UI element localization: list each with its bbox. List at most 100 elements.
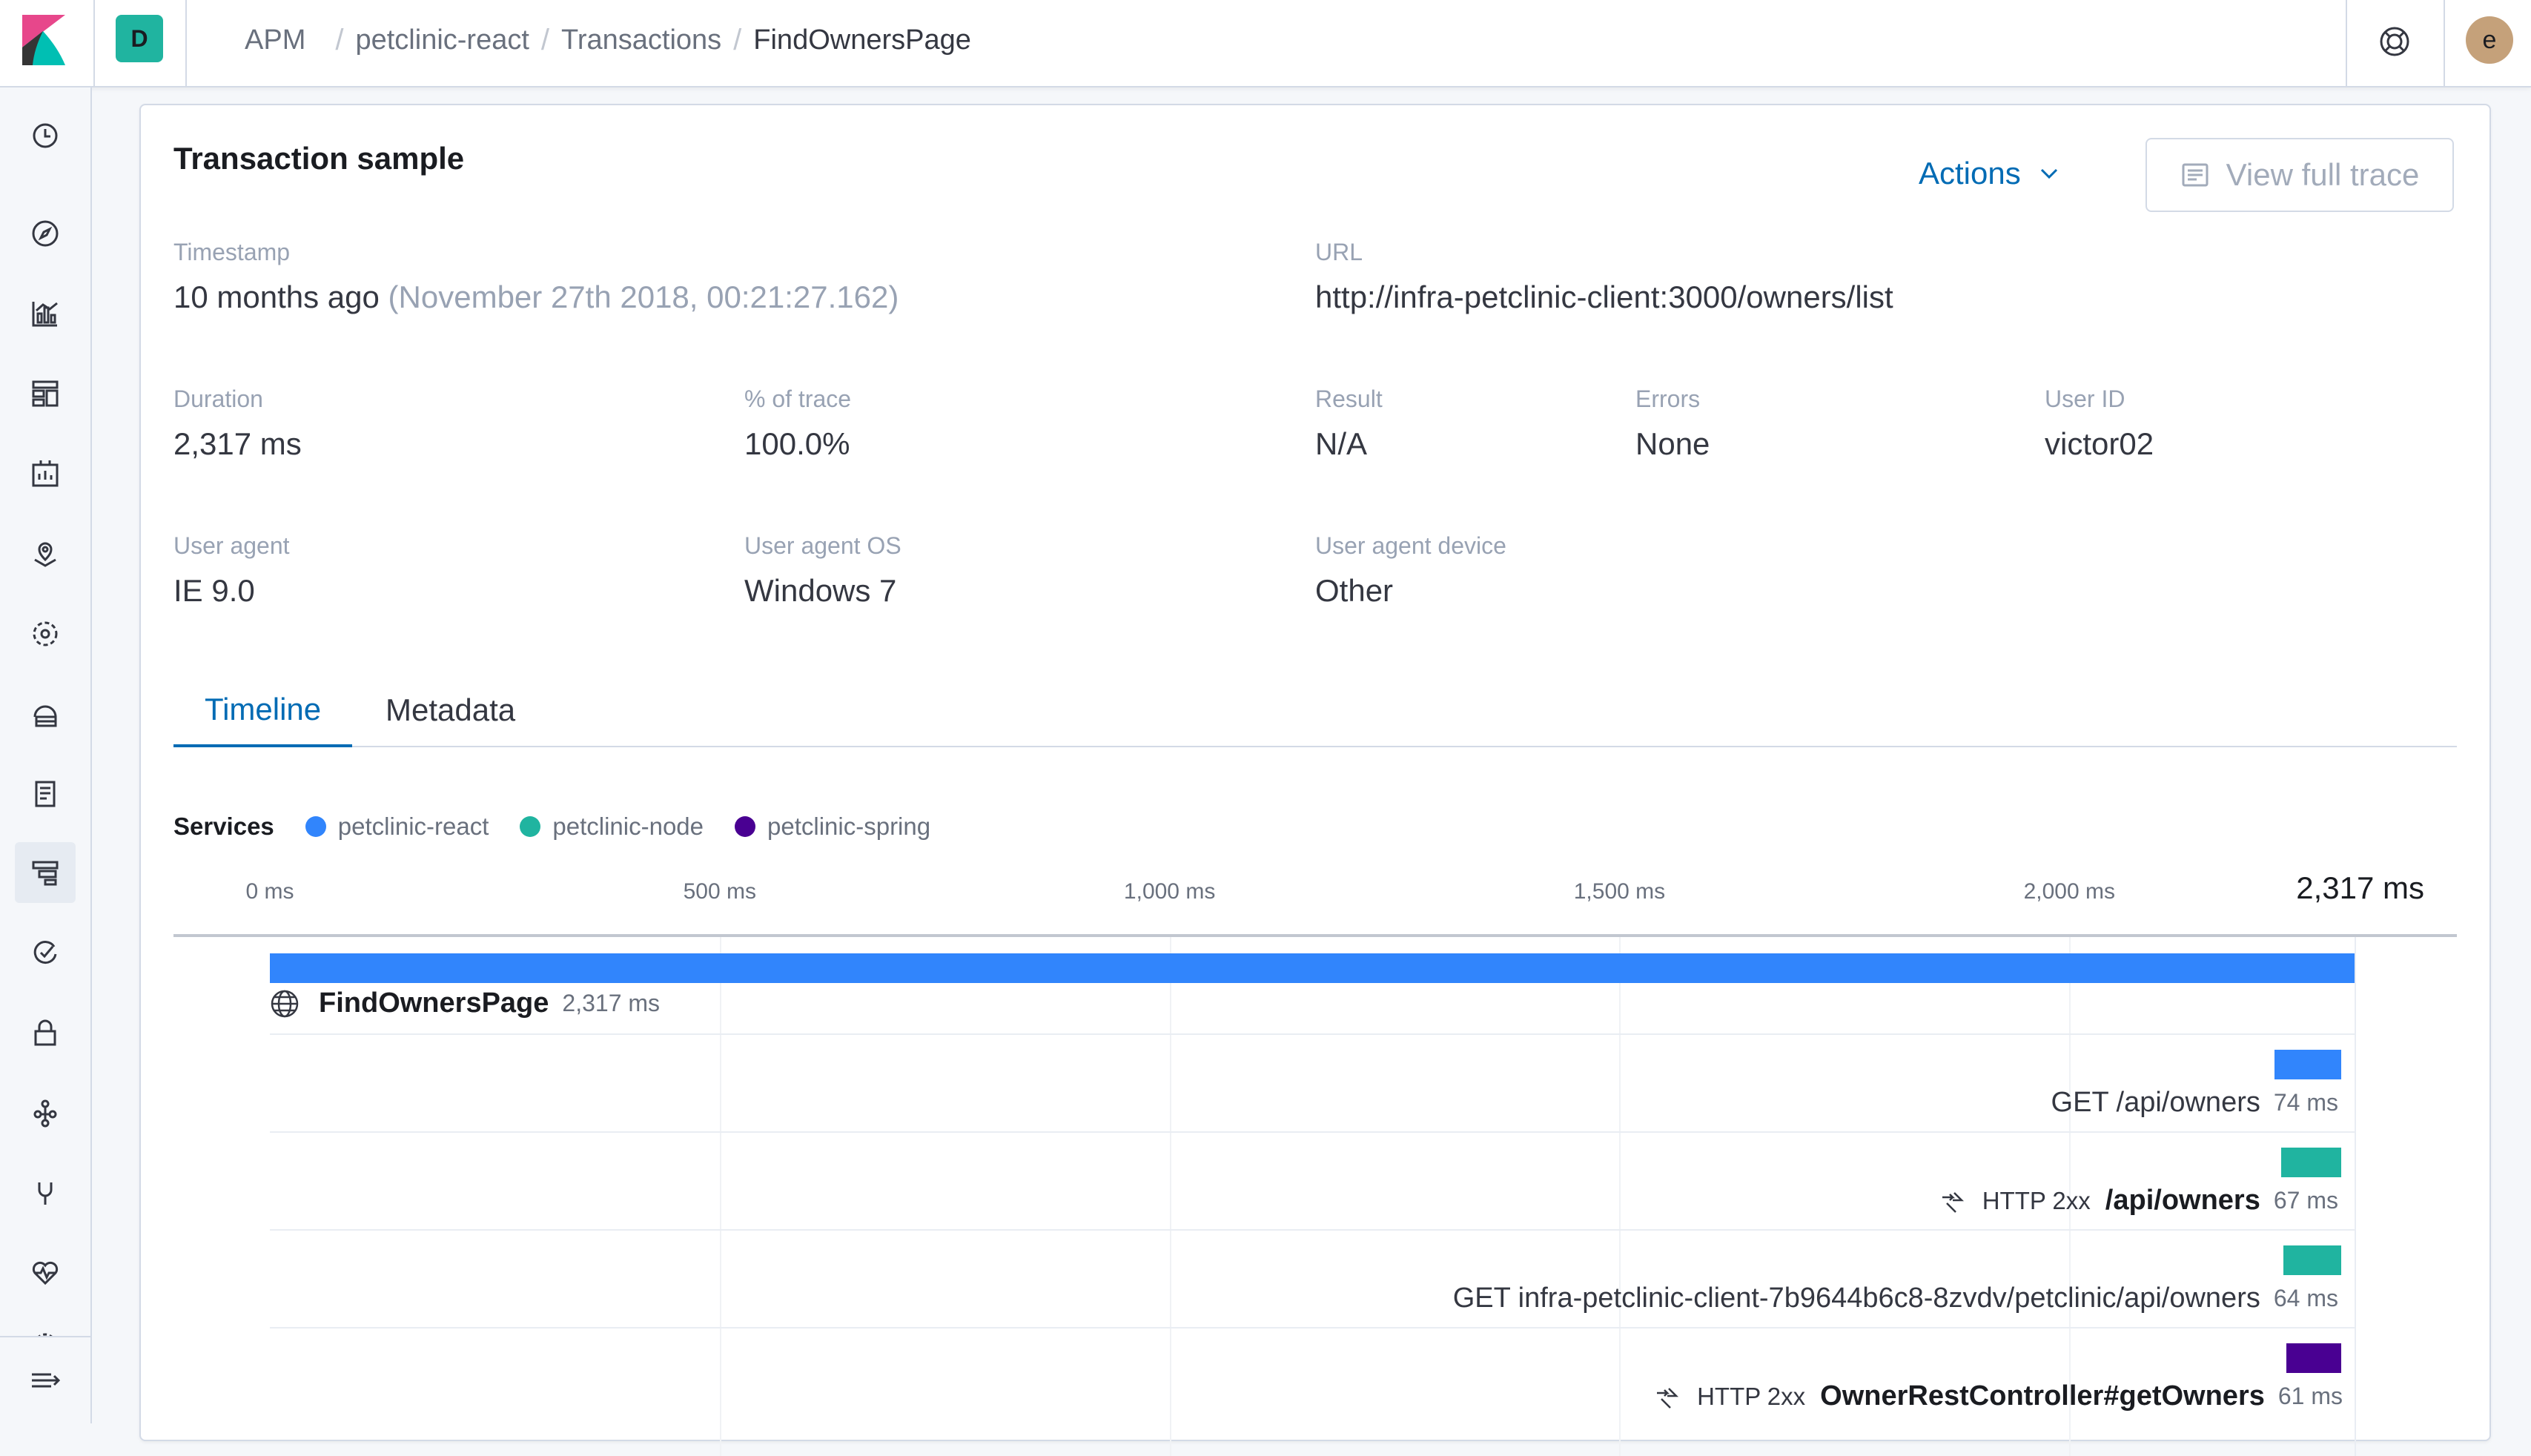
breadcrumb-apm[interactable]: APM <box>245 24 305 56</box>
user-agent-field: User agent IE 9.0 <box>173 532 290 609</box>
legend-label: petclinic-spring <box>767 813 931 840</box>
nav-infrastructure[interactable] <box>15 684 76 744</box>
breadcrumb-transactions[interactable]: Transactions <box>561 24 721 56</box>
panel-title: Transaction sample <box>173 141 465 176</box>
errors-label: Errors <box>1635 385 1701 412</box>
heartbeat-icon <box>32 1261 59 1285</box>
span-label: GET infra-petclinic-client-7b9644b6c8-8z… <box>1453 1283 2338 1314</box>
logs-icon <box>35 781 56 807</box>
nav-canvas[interactable] <box>15 443 76 504</box>
nav-visualize[interactable] <box>15 283 76 344</box>
tab-timeline[interactable]: Timeline <box>173 675 353 747</box>
nav-machine-learning[interactable] <box>15 603 76 664</box>
result-value: N/A <box>1315 426 1368 461</box>
legend-dot <box>735 816 755 837</box>
span-label: GET /api/owners 74 ms <box>2051 1087 2338 1119</box>
axis-total-duration: 2,317 ms <box>2296 870 2424 905</box>
url-value: http://infra-petclinic-client:3000/owner… <box>1315 279 1893 314</box>
errors-value: None <box>1635 426 1710 461</box>
waterfall-row[interactable]: GET infra-petclinic-client-7b9644b6c8-8z… <box>270 1231 2355 1328</box>
span-name: GET /api/owners <box>2051 1087 2260 1118</box>
legend-item-petclinic-react: petclinic-react <box>305 813 489 841</box>
breadcrumb-service[interactable]: petclinic-react <box>355 24 529 56</box>
nav-dashboard[interactable] <box>15 363 76 424</box>
timestamp-field: Timestamp 10 months ago (November 27th 2… <box>173 239 899 315</box>
actions-button[interactable]: Actions <box>1919 156 2061 191</box>
span-duration: 67 ms <box>2273 1187 2338 1214</box>
percent-of-trace-value: 100.0% <box>744 426 850 461</box>
view-full-trace-button[interactable]: View full trace <box>2145 138 2454 212</box>
nav-collapse-button[interactable] <box>0 1336 90 1423</box>
nav-maps[interactable] <box>15 523 76 584</box>
maps-icon <box>34 542 56 567</box>
span-name: GET infra-petclinic-client-7b9644b6c8-8z… <box>1452 1283 2260 1314</box>
dashboard-icon <box>32 380 59 407</box>
axis-tick-label: 1,000 ms <box>1123 879 1216 904</box>
axis-tick-label: 500 ms <box>683 879 757 904</box>
span-name: OwnerRestController#getOwners <box>1820 1380 2265 1412</box>
url-label: URL <box>1315 239 1363 265</box>
actions-label: Actions <box>1919 156 2021 191</box>
lock-icon <box>34 1019 56 1046</box>
user-avatar[interactable]: e <box>2466 16 2513 64</box>
span-duration: 74 ms <box>2273 1089 2338 1116</box>
legend-dot <box>305 816 326 837</box>
user-id-value: victor02 <box>2045 426 2154 461</box>
timestamp-value: 10 months ago (November 27th 2018, 00:21… <box>173 279 899 315</box>
header-divider <box>185 0 187 86</box>
nav-logs[interactable] <box>15 764 76 824</box>
span-name: FindOwnersPage <box>319 987 549 1019</box>
legend-item-petclinic-node: petclinic-node <box>520 813 704 841</box>
nav-graph[interactable] <box>15 1082 76 1143</box>
nav-siem[interactable] <box>15 1002 76 1063</box>
result-label: Result <box>1315 385 1383 412</box>
view-full-trace-label: View full trace <box>2226 157 2420 192</box>
waterfall-row[interactable]: GET /api/owners 74 ms <box>270 1035 2355 1133</box>
infrastructure-icon <box>33 705 57 727</box>
percent-of-trace-field: % of trace 100.0% <box>744 385 851 462</box>
nav-apm[interactable] <box>15 842 76 903</box>
errors-field: Errors None <box>1635 385 1710 462</box>
user-agent-os-value: Windows 7 <box>744 573 897 608</box>
nav-dev-tools[interactable] <box>15 1162 76 1223</box>
nav-recently-viewed[interactable] <box>15 105 76 166</box>
timestamp-absolute: (November 27th 2018, 00:21:27.162) <box>388 279 899 314</box>
waterfall-row[interactable]: HTTP 2xx OwnerRestController#getOwners 6… <box>270 1328 2355 1425</box>
collapse-menu-icon <box>32 1373 61 1388</box>
help-button[interactable] <box>2374 21 2415 62</box>
space-avatar[interactable]: D <box>116 15 163 62</box>
exit-icon <box>1942 1191 1964 1213</box>
url-field: URL http://infra-petclinic-client:3000/o… <box>1315 239 1893 315</box>
nav-monitoring[interactable] <box>15 1242 76 1303</box>
transaction-sample-panel: Transaction sample Actions View full tra… <box>139 104 2491 1456</box>
axis-tick-label: 1,500 ms <box>1573 879 1666 904</box>
services-title: Services <box>173 813 274 840</box>
waterfall-row[interactable]: FindOwnersPage 2,317 ms <box>270 937 2355 1035</box>
span-http-status: HTTP 2xx <box>1982 1186 2091 1214</box>
breadcrumb-separator: / <box>540 23 550 56</box>
chevron-down-icon <box>2040 168 2057 179</box>
user-agent-os-label: User agent OS <box>744 532 901 559</box>
nav-uptime[interactable] <box>15 922 76 983</box>
user-agent-device-value: Other <box>1315 573 1394 608</box>
user-id-field: User ID victor02 <box>2045 385 2154 462</box>
user-agent-value: IE 9.0 <box>173 573 255 608</box>
tab-metadata[interactable]: Metadata <box>363 675 546 746</box>
apm-icon <box>32 861 59 886</box>
graph-icon <box>33 1099 57 1128</box>
globe-icon <box>271 990 299 1017</box>
timestamp-label: Timestamp <box>173 239 291 265</box>
span-bar <box>2283 1245 2341 1275</box>
span-label: HTTP 2xx /api/owners 67 ms <box>1939 1185 2338 1217</box>
compass-icon <box>32 220 59 247</box>
span-duration: 61 ms <box>2277 1383 2343 1409</box>
help-icon <box>2380 27 2409 56</box>
machine-learning-icon <box>33 621 58 646</box>
waterfall-row[interactable]: HTTP 2xx /api/owners 67 ms <box>270 1133 2355 1231</box>
axis-tick-label: 0 ms <box>245 879 294 904</box>
user-agent-label: User agent <box>173 532 290 559</box>
nav-discover[interactable] <box>15 203 76 264</box>
breadcrumb-separator: / <box>335 23 344 56</box>
span-label: HTTP 2xx OwnerRestController#getOwners 6… <box>1654 1380 2343 1412</box>
kibana-logo[interactable] <box>22 15 65 65</box>
